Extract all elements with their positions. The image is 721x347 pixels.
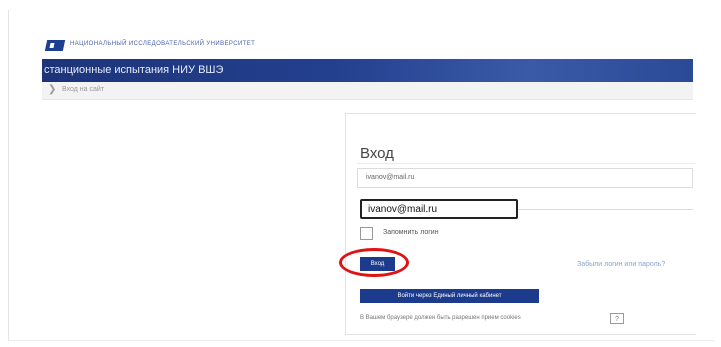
cookie-notice: В Вашем браузере должен быть разрешен пр… <box>360 315 521 321</box>
site-title[interactable]: станционные испытания НИУ ВШЭ <box>44 64 223 76</box>
breadcrumb-item[interactable]: Вход на сайт <box>62 86 104 93</box>
breadcrumb: ❯ Вход на сайт <box>42 82 693 100</box>
forgot-password-link[interactable]: Забыли логин или пароль? <box>577 261 665 268</box>
browser-window: НАЦИОНАЛЬНЫЙ ИССЛЕДОВАТЕЛЬСКИЙ УНИВЕРСИТ… <box>0 0 721 347</box>
remember-login-label: Запомнить логин <box>383 229 439 236</box>
sso-login-button[interactable]: Войти через Единый личный кабинет <box>360 289 539 303</box>
login-heading: Вход <box>360 145 394 162</box>
login-button[interactable]: Вход <box>360 257 395 271</box>
site-banner: станционные испытания НИУ ВШЭ <box>42 59 693 82</box>
username-field-highlight[interactable]: ivanov@mail.ru <box>360 199 518 219</box>
password-field[interactable] <box>518 209 693 210</box>
divider <box>357 163 695 164</box>
hse-logo-icon[interactable] <box>44 40 66 51</box>
university-name: НАЦИОНАЛЬНЫЙ ИССЛЕДОВАТЕЛЬСКИЙ УНИВЕРСИТ… <box>70 41 256 47</box>
help-icon[interactable]: ? <box>610 313 624 324</box>
remember-login-checkbox[interactable] <box>360 227 373 240</box>
username-field[interactable]: ivanov@mail.ru <box>357 168 693 188</box>
chevron-right-icon: ❯ <box>48 84 57 95</box>
